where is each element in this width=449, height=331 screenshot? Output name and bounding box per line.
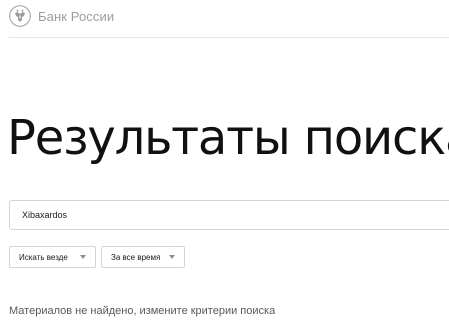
scope-filter-label: Искать везде (19, 252, 68, 262)
period-filter-dropdown[interactable]: За все время (101, 246, 185, 268)
logo-text: Банк России (38, 8, 115, 24)
scope-filter-dropdown[interactable]: Искать везде (9, 246, 96, 268)
chevron-down-icon (80, 255, 86, 259)
header-divider (9, 37, 449, 38)
chevron-down-icon (169, 255, 175, 259)
bank-logo-link[interactable]: Банк России (9, 5, 114, 27)
page: Банк России Результаты поиска Искать вез… (0, 0, 449, 331)
period-filter-label: За все время (111, 252, 161, 262)
page-title: Результаты поиска (7, 110, 449, 166)
eagle-emblem-icon (9, 5, 31, 27)
search-input[interactable] (22, 201, 422, 229)
no-results-message: Материалов не найдено, измените критерии… (9, 305, 276, 317)
site-header: Банк России (0, 0, 449, 38)
search-box (9, 200, 449, 230)
